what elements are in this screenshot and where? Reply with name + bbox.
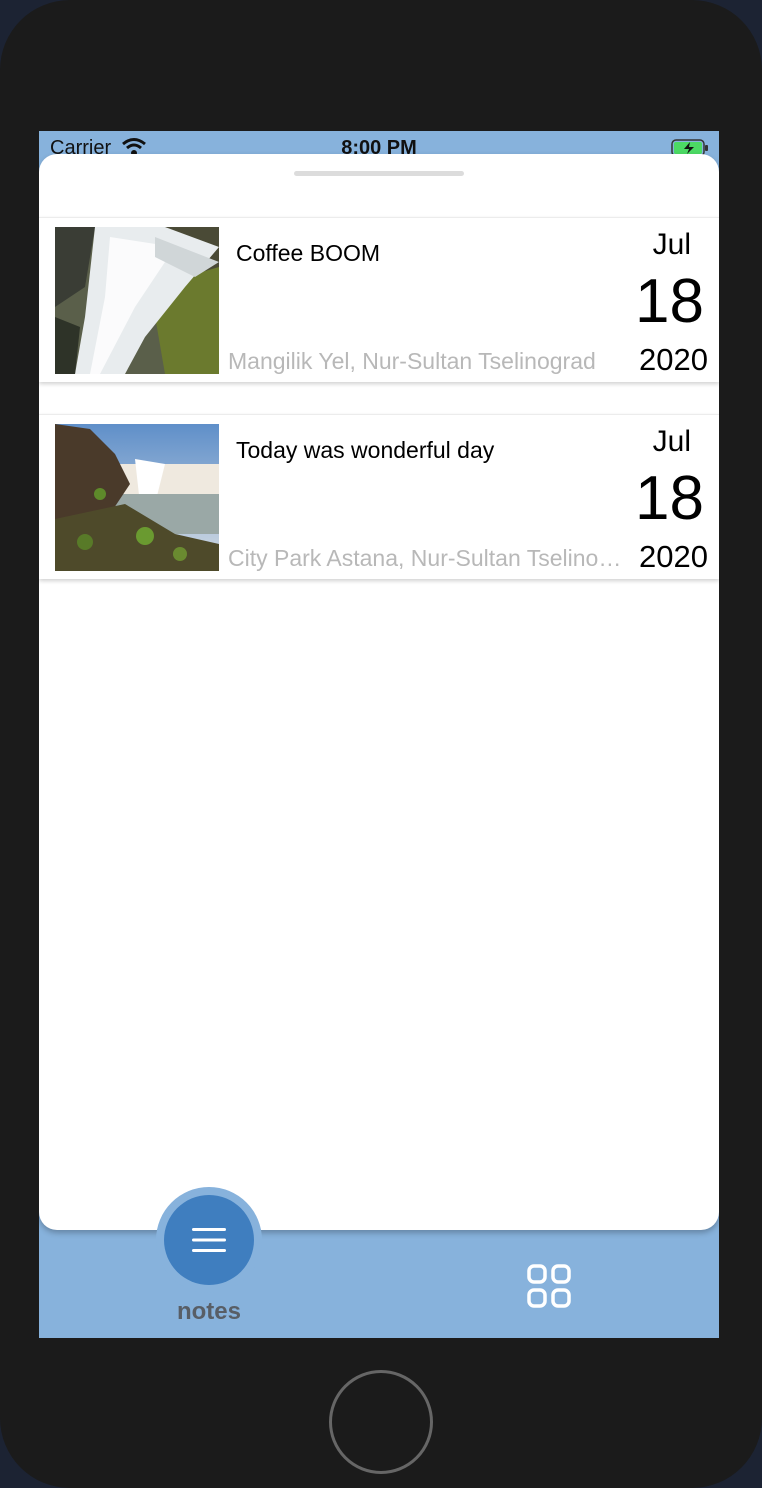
grid-icon[interactable]	[526, 1263, 572, 1309]
note-date-year: 2020	[639, 342, 708, 377]
note-date-month: Jul	[652, 228, 691, 261]
notes-sheet: Coffee BOOM Mangilik Yel, Nur-Sultan Tse…	[39, 154, 719, 1230]
notes-tab-button[interactable]	[164, 1195, 254, 1285]
note-title: Today was wonderful day	[236, 437, 495, 463]
note-date-day: 18	[635, 464, 704, 533]
tab-notes-label[interactable]: notes	[149, 1298, 269, 1326]
note-location: City Park Astana, Nur-Sultan Tselinograd	[228, 545, 624, 571]
note-thumbnail	[55, 227, 219, 374]
sheet-grabber[interactable]	[294, 171, 464, 176]
note-thumbnail	[55, 424, 219, 571]
note-date-day: 18	[635, 267, 704, 336]
device-frame: Carrier 8:00 PM Coffee BOOM Mangilik Yel…	[0, 0, 762, 1488]
note-card[interactable]: Coffee BOOM Mangilik Yel, Nur-Sultan Tse…	[39, 217, 719, 382]
note-location: Mangilik Yel, Nur-Sultan Tselinograd	[228, 348, 596, 374]
tab-bar: notes	[39, 1187, 719, 1338]
note-card[interactable]: Today was wonderful day City Park Astana…	[39, 414, 719, 579]
note-date-year: 2020	[639, 539, 708, 574]
note-date-month: Jul	[652, 425, 691, 458]
app-screen: Carrier 8:00 PM Coffee BOOM Mangilik Yel…	[39, 131, 719, 1338]
note-title: Coffee BOOM	[236, 240, 381, 266]
menu-icon	[192, 1228, 226, 1252]
home-button[interactable]	[329, 1370, 433, 1474]
